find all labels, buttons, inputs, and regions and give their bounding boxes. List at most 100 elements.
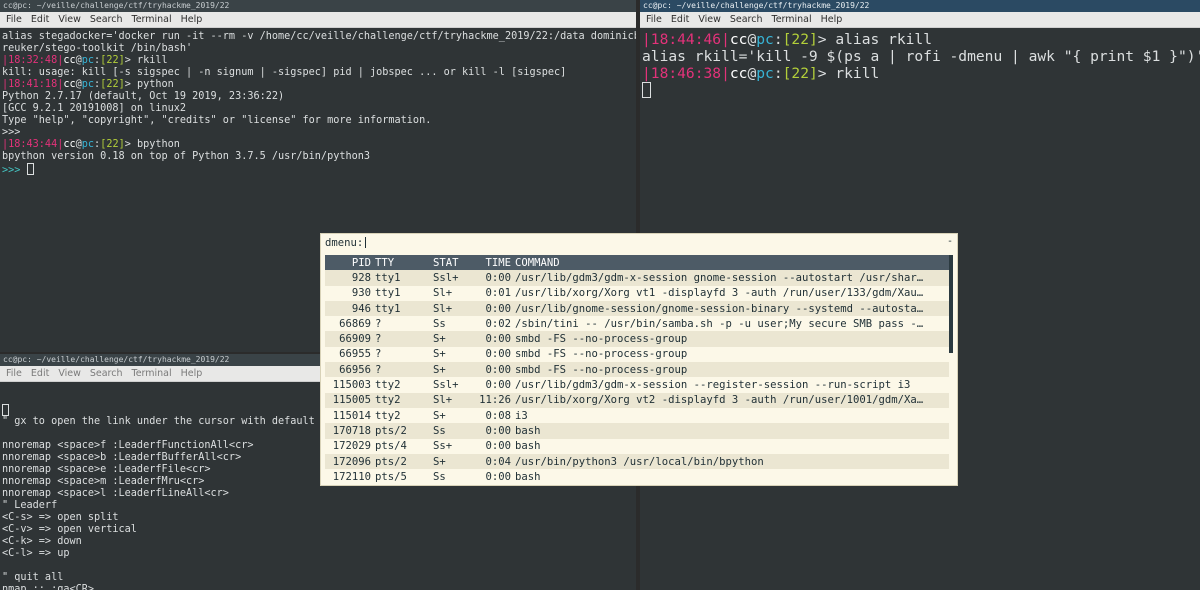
process-cell: bash bbox=[515, 440, 541, 453]
process-row[interactable]: 170718 pts/2 Ss 0:00 bash bbox=[325, 423, 949, 439]
text-segment: > rkill bbox=[817, 65, 880, 82]
text-segment: |18:44:46| bbox=[642, 31, 730, 48]
process-cell: 66909 bbox=[339, 333, 371, 346]
terminal-line: nnoremap <space>l :LeaderfLineAll<cr> bbox=[2, 488, 634, 500]
terminal-line: Python 2.7.17 (default, Oct 19 2019, 23:… bbox=[2, 91, 634, 103]
process-cell: S+ bbox=[433, 455, 446, 468]
text-segment: nmap ;; :qa<CR> bbox=[2, 584, 95, 590]
process-cell: ? bbox=[375, 333, 382, 346]
text-segment: : bbox=[773, 65, 783, 82]
menu-edit[interactable]: Edit bbox=[31, 14, 49, 25]
terminal-line: bpython version 0.18 on top of Python 3.… bbox=[2, 151, 634, 163]
menu-edit[interactable]: Edit bbox=[31, 368, 49, 379]
menu-file[interactable]: File bbox=[6, 368, 22, 379]
terminal-line: " Leaderf bbox=[2, 500, 634, 512]
text-segment: [22] bbox=[782, 65, 818, 82]
menu-view[interactable]: View bbox=[58, 14, 81, 25]
text-segment: @ bbox=[747, 65, 757, 82]
terminal-output[interactable]: alias stegadocker='docker run -it --rm -… bbox=[0, 28, 636, 178]
process-cell: /usr/lib/gdm3/gdm-x-session gnome-sessio… bbox=[515, 271, 924, 284]
process-row[interactable]: 115005 tty2 Sl+ 11:26/usr/lib/xorg/Xorg vt2… bbox=[325, 392, 949, 408]
terminal-line: <C-s> => open split bbox=[2, 512, 634, 524]
menu-view[interactable]: View bbox=[698, 14, 721, 25]
terminal-line: <C-v> => open vertical bbox=[2, 524, 634, 536]
text-segment: nnoremap <space>l :LeaderfLineAll<cr> bbox=[2, 488, 229, 499]
process-row[interactable]: 115003 tty2 Ssl+ 0:00/usr/lib/gdm3/gdm-x-se… bbox=[325, 377, 949, 392]
process-cell: pts/4 bbox=[375, 440, 407, 453]
menu-edit[interactable]: Edit bbox=[671, 14, 689, 25]
text-segment: [GCC 9.2.1 20191008] on linux2 bbox=[2, 103, 187, 114]
text-segment: alias rkill='kill -9 $(ps a | rofi -dmen… bbox=[642, 48, 1200, 65]
process-cell: pts/2 bbox=[375, 455, 407, 468]
terminal-line: <C-l> => up bbox=[2, 548, 634, 560]
text-segment: <C-k> => down bbox=[2, 536, 82, 547]
text-segment: " quit all bbox=[2, 572, 64, 583]
process-cell: 0:04 bbox=[485, 455, 511, 468]
process-row[interactable]: 66956? S+ 0:00 smbd -FS --no-process-group bbox=[325, 362, 949, 378]
menu-terminal[interactable]: Terminal bbox=[132, 14, 172, 25]
menu-search[interactable]: Search bbox=[90, 368, 123, 379]
menu-file[interactable]: File bbox=[646, 14, 662, 25]
process-row[interactable]: 172110 pts/5 Ss 0:00 bash bbox=[325, 469, 949, 484]
process-row[interactable]: 172029 pts/4 Ss+ 0:00 bash bbox=[325, 439, 949, 454]
text-segment: pc bbox=[756, 31, 774, 48]
process-cell: Sl+ bbox=[433, 394, 453, 407]
menu-terminal[interactable]: Terminal bbox=[772, 14, 812, 25]
process-cell: 0:00 bbox=[485, 302, 511, 315]
text-segment: > alias rkill bbox=[817, 31, 933, 48]
process-row[interactable]: 66909? S+ 0:00 smbd -FS --no-process-group bbox=[325, 331, 949, 347]
terminal-output[interactable]: |18:44:46|cc@pc:[22]> alias rkill alias r… bbox=[640, 28, 1200, 102]
terminal-line: reuker/stego-toolkit /bin/bash' bbox=[2, 43, 634, 55]
text-segment: nnoremap <space>b :LeaderfBufferAll<cr> bbox=[2, 452, 242, 463]
menu-view[interactable]: View bbox=[58, 368, 81, 379]
column-header: TTY bbox=[375, 256, 395, 269]
terminal-line: |18:41:18|cc@pc:[22]> python bbox=[2, 79, 634, 91]
dmenu-prompt-label: dmenu: bbox=[325, 237, 364, 249]
process-row[interactable]: 930 tty1 Sl+ 0:01/usr/lib/xorg/Xorg vt1 -di… bbox=[325, 286, 949, 301]
process-row[interactable]: 66869? Ss 0:02/sbin/tini -- /usr/bin/samba… bbox=[325, 316, 949, 331]
menu-terminal[interactable]: Terminal bbox=[132, 368, 172, 379]
process-cell: 0:02 bbox=[485, 317, 511, 330]
process-cell: /usr/lib/gnome-session/gnome-session-bin… bbox=[515, 302, 924, 315]
process-cell: 0:01 bbox=[485, 287, 511, 300]
process-list: PID TTY STAT TIME COMMAND 928 tty1 Ssl+ 0:00/usr… bbox=[325, 255, 949, 484]
process-row[interactable]: 928 tty1 Ssl+ 0:00/usr/lib/gdm3/gdm-x-sessi… bbox=[325, 270, 949, 286]
process-row[interactable]: 115014 tty2 S+ 0:08 i3 bbox=[325, 408, 949, 423]
text-segment: <C-s> => open split bbox=[2, 512, 119, 523]
text-segment: cc bbox=[729, 65, 748, 82]
menu-bar: File Edit View Search Terminal Help bbox=[0, 12, 636, 28]
process-cell: Sl+ bbox=[433, 287, 453, 300]
terminal-line: Type "help", "copyright", "credits" or "… bbox=[2, 115, 634, 127]
text-segment: Python 2.7.17 (default, Oct 19 2019, 23:… bbox=[2, 91, 285, 102]
text-segment: pc bbox=[81, 139, 95, 150]
process-row[interactable]: 172096 pts/2 S+ 0:04/usr/bin/python3 /usr/l… bbox=[325, 453, 949, 470]
terminal-line: alias rkill='kill -9 $(ps a | rofi -dmen… bbox=[642, 48, 1200, 65]
process-row[interactable]: 66955? S+ 0:00 smbd -FS --no-process-group bbox=[325, 347, 949, 362]
process-cell: 0:00 bbox=[485, 363, 511, 376]
menu-file[interactable]: File bbox=[6, 14, 22, 25]
process-cell: /usr/lib/xorg/Xorg vt2 -displayfd 3 -aut… bbox=[515, 394, 924, 407]
menu-search[interactable]: Search bbox=[90, 14, 123, 25]
text-segment: >>> bbox=[2, 127, 21, 138]
menu-help[interactable]: Help bbox=[821, 14, 843, 25]
process-row[interactable]: 946 tty1 Sl+ 0:00/usr/lib/gnome-session/gno… bbox=[325, 300, 949, 317]
process-cell: /usr/lib/xorg/Xorg vt1 -displayfd 3 -aut… bbox=[515, 287, 924, 300]
text-segment: " Leaderf bbox=[2, 500, 58, 511]
dmenu-popup[interactable]: dmenu: - PID TTY STAT TIME COMMAND 928 tty1 Ssl… bbox=[320, 233, 958, 486]
column-header: COMMAND bbox=[515, 256, 560, 269]
menu-help[interactable]: Help bbox=[181, 14, 203, 25]
text-segment: " gx to open the link under the cursor w… bbox=[2, 416, 328, 427]
process-cell: smbd -FS --no-process-group bbox=[515, 348, 688, 361]
column-header: TIME bbox=[485, 256, 511, 269]
text-segment: cc bbox=[729, 31, 748, 48]
scrollbar[interactable] bbox=[949, 255, 953, 353]
process-cell: i3 bbox=[515, 409, 528, 422]
menu-help[interactable]: Help bbox=[181, 368, 203, 379]
process-cell: /usr/bin/python3 /usr/local/bin/bpython bbox=[515, 455, 764, 468]
terminal-line: [GCC 9.2.1 20191008] on linux2 bbox=[2, 103, 634, 115]
process-cell: Ssl+ bbox=[433, 379, 459, 392]
dmenu-prompt-line[interactable]: dmenu: bbox=[321, 234, 957, 252]
terminal-line: |18:46:38|cc@pc:[22]> rkill bbox=[642, 65, 1198, 82]
menu-search[interactable]: Search bbox=[730, 14, 763, 25]
